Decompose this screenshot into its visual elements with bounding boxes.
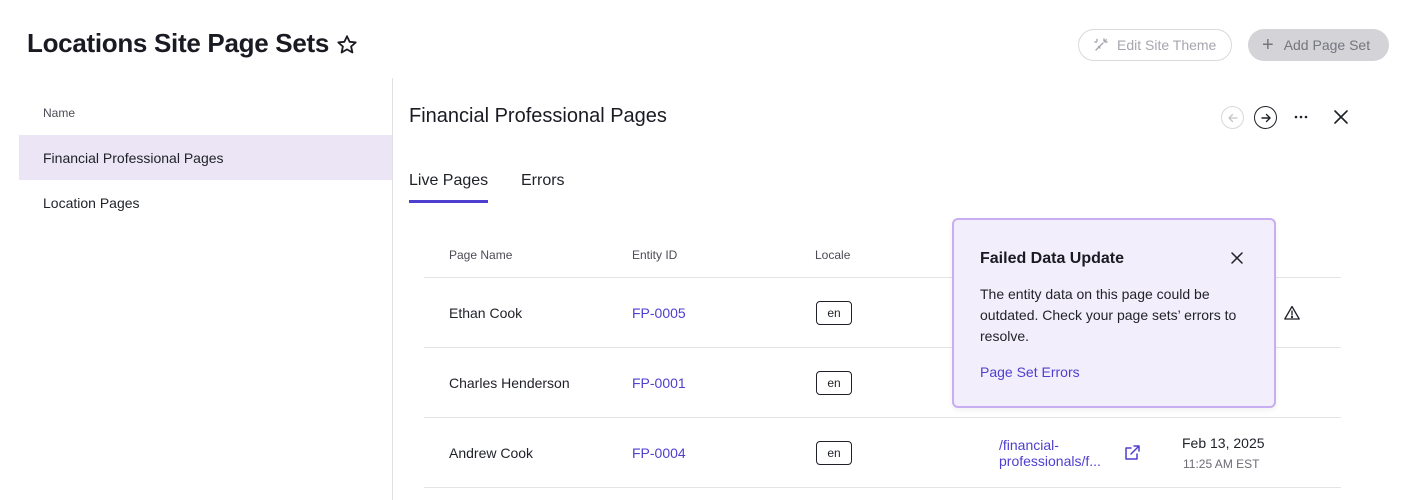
previous-button[interactable] bbox=[1221, 106, 1244, 129]
warning-icon[interactable] bbox=[1283, 304, 1301, 322]
sidebar-item-label: Location Pages bbox=[43, 194, 140, 211]
tab-errors[interactable]: Errors bbox=[521, 172, 565, 200]
entity-id-link[interactable]: FP-0005 bbox=[632, 305, 686, 321]
locale-badge: en bbox=[816, 441, 852, 465]
page-set-sidebar: Name Financial Professional Pages Locati… bbox=[19, 78, 392, 500]
magic-wand-icon bbox=[1094, 38, 1108, 51]
add-page-set-label: Add Page Set bbox=[1283, 37, 1371, 53]
row-divider bbox=[424, 487, 1341, 488]
page-url-link[interactable]: /financial- professionals/f... bbox=[999, 437, 1101, 469]
panel-divider bbox=[392, 78, 393, 500]
sidebar-item-financial-professional-pages[interactable]: Financial Professional Pages bbox=[19, 135, 392, 180]
page-set-errors-link[interactable]: Page Set Errors bbox=[980, 364, 1080, 380]
column-header-page-name[interactable]: Page Name bbox=[449, 248, 512, 262]
plus-icon: + bbox=[1262, 34, 1274, 56]
published-date: Feb 13, 2025 bbox=[1182, 435, 1265, 451]
panel-title: Financial Professional Pages bbox=[409, 105, 667, 127]
edit-site-theme-label: Edit Site Theme bbox=[1117, 37, 1217, 53]
sidebar-item-location-pages[interactable]: Location Pages bbox=[19, 180, 392, 225]
close-icon[interactable] bbox=[1229, 250, 1245, 266]
popover-message: The entity data on this page could be ou… bbox=[980, 286, 1237, 344]
column-header-locale[interactable]: Locale bbox=[815, 248, 850, 262]
failed-data-update-popover: Failed Data Update The entity data on th… bbox=[952, 218, 1276, 408]
page-title: Locations Site Page Sets bbox=[27, 28, 330, 58]
page-url-line-1: /financial- bbox=[999, 437, 1059, 453]
page-url-line-2: professionals/f... bbox=[999, 453, 1101, 469]
entity-id-link[interactable]: FP-0001 bbox=[632, 375, 686, 391]
tab-live-pages[interactable]: Live Pages bbox=[409, 172, 489, 203]
close-panel-icon[interactable] bbox=[1330, 106, 1352, 128]
locale-badge: en bbox=[816, 301, 852, 325]
column-header-entity-id[interactable]: Entity ID bbox=[632, 248, 677, 262]
page-name-cell: Ethan Cook bbox=[449, 305, 523, 321]
sidebar-item-label: Financial Professional Pages bbox=[43, 149, 224, 166]
row-divider bbox=[424, 417, 1341, 418]
external-link-icon[interactable] bbox=[1123, 444, 1141, 462]
more-options-icon[interactable] bbox=[1290, 108, 1312, 126]
sidebar-column-header: Name bbox=[43, 106, 76, 120]
entity-id-link[interactable]: FP-0004 bbox=[632, 445, 686, 461]
page-name-cell: Charles Henderson bbox=[449, 375, 570, 391]
next-button[interactable] bbox=[1254, 106, 1277, 129]
arrow-left-icon bbox=[1227, 113, 1238, 122]
star-icon[interactable] bbox=[335, 33, 359, 57]
published-time: 11:25 AM EST bbox=[1183, 457, 1260, 471]
arrow-right-icon bbox=[1260, 113, 1271, 122]
page-name-cell: Andrew Cook bbox=[449, 445, 534, 461]
locale-badge: en bbox=[816, 371, 852, 395]
popover-title: Failed Data Update bbox=[980, 250, 1125, 267]
edit-site-theme-button[interactable]: Edit Site Theme bbox=[1078, 29, 1232, 61]
add-page-set-button[interactable]: + Add Page Set bbox=[1248, 29, 1389, 61]
